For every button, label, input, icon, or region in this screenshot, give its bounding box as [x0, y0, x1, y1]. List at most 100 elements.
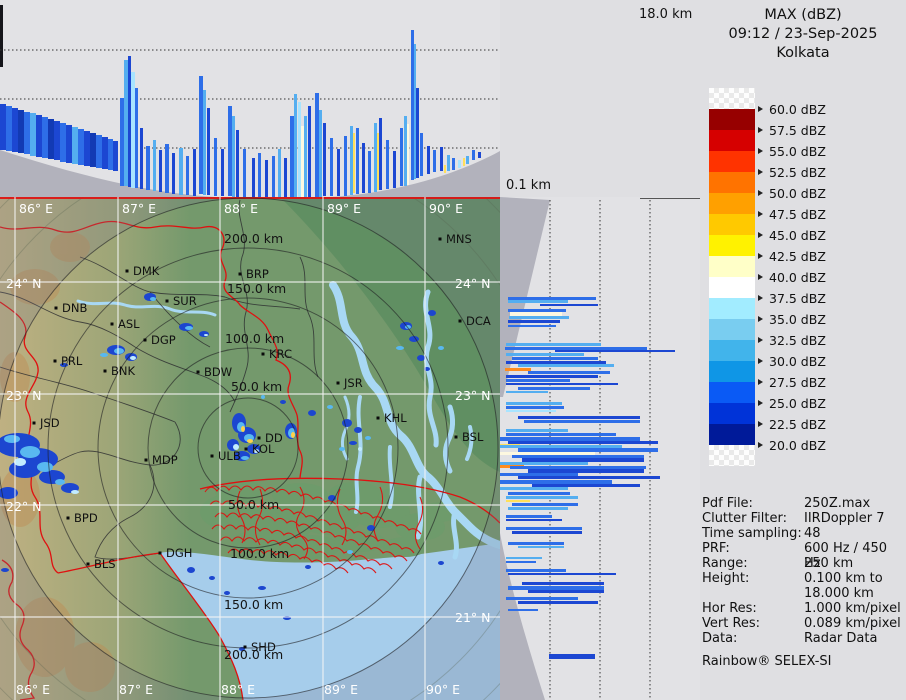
metadata-label: Height: — [702, 571, 750, 586]
profile-bar — [506, 515, 552, 518]
legend-label: 60.0 dBZ — [758, 102, 826, 117]
longitude-label: 90° E — [429, 201, 463, 216]
radar-echo — [339, 447, 345, 451]
legend-swatch — [709, 340, 755, 361]
legend-label-text: 50.0 dBZ — [769, 185, 826, 201]
city-dot — [244, 447, 248, 451]
profile-bar — [221, 149, 224, 196]
profile-bar — [284, 158, 287, 197]
profile-bar — [304, 116, 307, 197]
profile-bar — [440, 147, 443, 171]
profile-bar — [108, 139, 113, 170]
radar-echo — [187, 567, 195, 573]
city-label: DGH — [166, 546, 192, 560]
max-height-label: 18.0 km — [639, 7, 693, 22]
station-name: Kolkata — [776, 45, 830, 61]
legend-label-text: 35.0 dBZ — [769, 311, 826, 327]
legend-label: 27.5 dBZ — [758, 375, 826, 390]
legend-swatch — [709, 319, 755, 340]
legend-tick-arrow — [758, 232, 763, 238]
range-ring-label: 50.0 km — [228, 497, 279, 512]
legend-label: 52.5 dBZ — [758, 165, 826, 180]
profile-bar — [508, 507, 568, 510]
city-label: BRP — [246, 267, 269, 281]
profile-bar — [54, 121, 60, 160]
profile-bar — [252, 158, 255, 197]
radar-echo — [438, 346, 444, 350]
profile-bar — [510, 466, 646, 469]
profile-bar — [294, 94, 297, 197]
city-dot — [210, 454, 214, 458]
legend-tick-arrow — [758, 169, 763, 175]
profile-bar — [500, 437, 640, 441]
profile-bar — [506, 597, 578, 600]
radar-echo — [291, 432, 295, 438]
city-label: BLS — [94, 557, 116, 571]
profile-bar — [368, 151, 371, 193]
city-dot — [144, 458, 148, 462]
profile-bar — [528, 371, 610, 374]
longitude-label: 86° E — [16, 682, 50, 697]
radar-map-panel: 200.0 km 150.0 km 100.0 km 50.0 km 50.0 km 10… — [0, 197, 500, 700]
profile-bar — [330, 138, 333, 196]
profile-bar — [522, 458, 644, 462]
profile-bar — [528, 590, 604, 593]
city-label: DNB — [62, 301, 87, 315]
longitude-label: 86° E — [19, 201, 53, 216]
metadata-label: Data: — [702, 631, 738, 646]
metadata-row: Time sampling: 48 — [702, 526, 904, 541]
profile-bar — [500, 480, 612, 484]
radar-echo — [37, 462, 53, 472]
legend-label-text: 42.5 dBZ — [769, 248, 826, 264]
city-label: ASL — [118, 317, 140, 331]
city-label: DGP — [151, 333, 176, 347]
profile-bar — [532, 484, 640, 487]
profile-bar — [478, 152, 481, 158]
profile-bar — [84, 131, 90, 166]
profile-bar — [48, 119, 54, 159]
profile-bar — [416, 88, 419, 178]
city-label: PRL — [61, 354, 83, 368]
radar-echo — [130, 356, 136, 360]
city-label: KRC — [269, 347, 292, 361]
profile-bar — [96, 135, 102, 168]
profile-bar — [414, 44, 416, 179]
profile-bar — [524, 420, 640, 423]
profile-bar — [506, 383, 618, 385]
city-dot — [454, 435, 458, 439]
metadata-row: PRF: 600 Hz / 450 Hz — [702, 541, 904, 571]
profile-bar — [506, 353, 584, 356]
legend-tick-arrow — [758, 316, 763, 322]
radar-echo — [258, 586, 266, 590]
city-label: JSD — [39, 416, 60, 430]
legend-label: 55.0 dBZ — [758, 143, 826, 159]
city-label: SUR — [173, 294, 197, 308]
metadata-value: 250Z.max — [804, 496, 871, 511]
profile-bar — [344, 136, 347, 196]
radar-echo — [55, 479, 65, 485]
city-dot — [458, 319, 462, 323]
profile-bar — [400, 128, 403, 186]
metadata-label: Clutter Filter: — [702, 511, 787, 526]
radar-echo — [14, 458, 26, 466]
city-label: KHL — [384, 411, 407, 425]
legend-tick-arrow — [758, 127, 763, 133]
metadata-label: Hor Res: — [702, 601, 757, 616]
metadata-value: 48 — [804, 526, 821, 541]
metadata-value: IIRDoppler 7 — [804, 511, 885, 526]
profile-bar — [506, 569, 566, 572]
legend-tick-arrow — [758, 274, 763, 280]
profile-bar — [36, 115, 42, 157]
legend-label-text: 55.0 dBZ — [769, 143, 826, 159]
profile-bar — [319, 110, 322, 197]
profile-bar — [356, 128, 359, 194]
profile-bar — [12, 108, 18, 152]
legend-label: 25.0 dBZ — [758, 396, 826, 411]
city-label: BNK — [111, 364, 135, 378]
legend-label: 42.5 dBZ — [758, 248, 826, 264]
profile-bar — [353, 133, 355, 193]
legend-tick-arrow — [758, 337, 763, 343]
legend-label-text: 30.0 dBZ — [769, 353, 826, 369]
profile-bar — [509, 316, 569, 319]
metadata-value: 250 km — [804, 556, 854, 571]
